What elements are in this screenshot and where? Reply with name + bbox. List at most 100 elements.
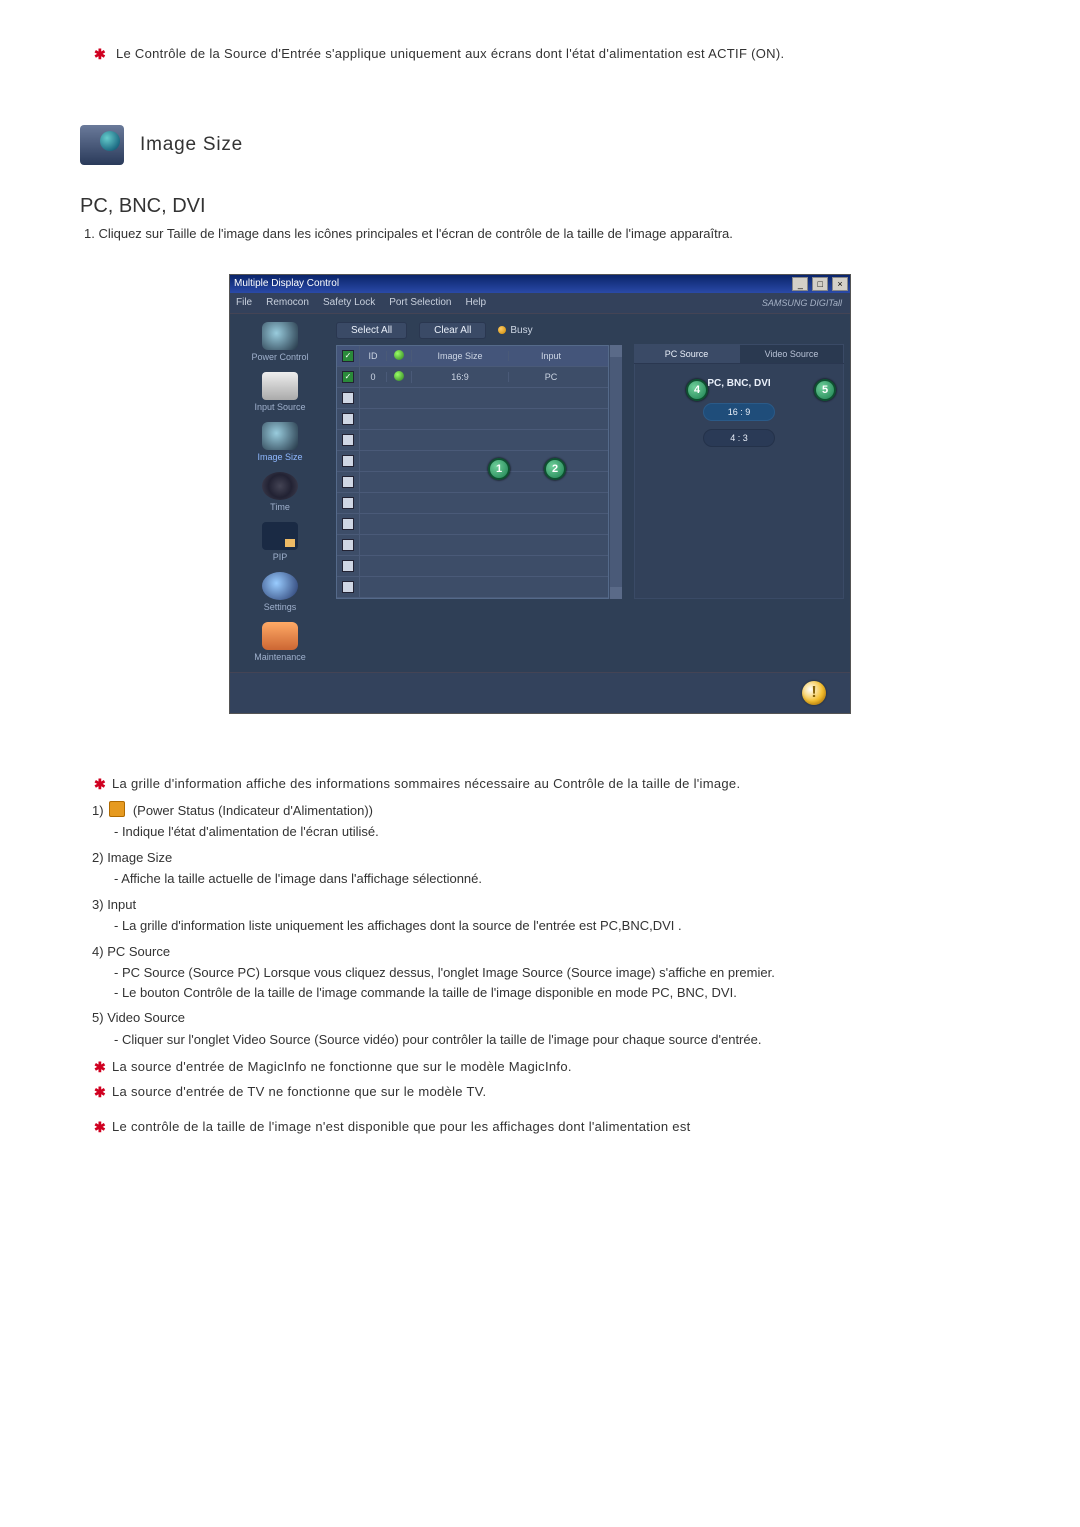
row-checkbox[interactable] (342, 413, 354, 425)
subsection-title: PC, BNC, DVI (80, 195, 1000, 218)
sidebar-item-pip[interactable]: PIP (240, 520, 320, 566)
display-grid: ✓ ID Image Size Input ✓ 0 16:9 PC (336, 345, 609, 599)
col-image-size: Image Size (412, 351, 509, 361)
note-sub: - La grille d'information liste uniqueme… (114, 916, 1000, 936)
note-item-4: 4) PC Source (92, 942, 1000, 962)
grid-row-empty[interactable] (337, 472, 608, 493)
brand-label: SAMSUNG DIGITall (762, 298, 850, 308)
star-icon: ✱ (94, 1117, 106, 1138)
header-checkbox[interactable]: ✓ (342, 350, 354, 362)
sidebar-item-input[interactable]: Input Source (240, 370, 320, 416)
section-title: Image Size (140, 134, 243, 156)
menu-item[interactable]: Safety Lock (323, 297, 375, 308)
star-icon: ✱ (94, 44, 106, 65)
tab-pc-source[interactable]: PC Source (634, 344, 739, 363)
row-checkbox[interactable]: ✓ (342, 371, 354, 383)
row-checkbox[interactable] (342, 497, 354, 509)
star-note-2: La source d'entrée de TV ne fonctionne q… (112, 1084, 486, 1099)
instruction-text: 1. Cliquez sur Taille de l'image dans le… (84, 224, 1000, 244)
star-icon: ✱ (94, 1057, 106, 1078)
scrollbar[interactable] (609, 345, 622, 599)
grid-row[interactable]: ✓ 0 16:9 PC (337, 367, 608, 388)
maximize-button[interactable]: □ (812, 277, 828, 291)
sidebar-item-maintenance[interactable]: Maintenance (240, 620, 320, 666)
row-checkbox[interactable] (342, 476, 354, 488)
window-controls: _ □ × (791, 277, 848, 291)
note-item-2: 2) Image Size (92, 848, 1000, 868)
app-body: Power Control Input Source Image Size Ti… (230, 314, 850, 672)
star-icon: ✱ (94, 774, 106, 795)
notes-section: ✱ La grille d'information affiche des inf… (80, 774, 1000, 1139)
row-checkbox[interactable] (342, 455, 354, 467)
note-sub: - PC Source (Source PC) Lorsque vous cli… (114, 963, 1000, 983)
note-sub: - Indique l'état d'alimentation de l'écr… (114, 822, 1000, 842)
menu-item[interactable]: Port Selection (389, 297, 451, 308)
tab-content: PC, BNC, DVI 16 : 9 4 : 3 (634, 364, 844, 599)
section-icon (80, 125, 124, 165)
grid-row-empty[interactable] (337, 409, 608, 430)
grid-row-empty[interactable] (337, 451, 608, 472)
star-icon: ✱ (94, 1082, 106, 1103)
section-header: Image Size (80, 125, 1000, 165)
row-checkbox[interactable] (342, 434, 354, 446)
titlebar: Multiple Display Control _ □ × (230, 275, 850, 293)
busy-icon (498, 326, 506, 334)
star-note-1: La source d'entrée de MagicInfo ne fonct… (112, 1059, 572, 1074)
right-panel: 4 5 PC Source Video Source PC, BNC, DVI … (628, 314, 850, 672)
callout-4: 4 (686, 379, 708, 401)
menu-item[interactable]: File (236, 297, 252, 308)
cell-image-size: 16:9 (412, 372, 509, 382)
callout-2: 2 (544, 458, 566, 480)
statusbar: ! (230, 672, 850, 713)
note-item-3: 3) Input (92, 895, 1000, 915)
busy-indicator: Busy (498, 325, 532, 336)
grid-row-empty[interactable] (337, 577, 608, 598)
sidebar-item-time[interactable]: Time (240, 470, 320, 516)
main-panel: Select All Clear All Busy ✓ ID Image Siz… (330, 314, 628, 672)
grid-header: ✓ ID Image Size Input (337, 346, 608, 367)
note-sub: - Affiche la taille actuelle de l'image … (114, 869, 1000, 889)
grid-row-empty[interactable] (337, 388, 608, 409)
menu-item[interactable]: Help (465, 297, 486, 308)
select-all-button[interactable]: Select All (336, 322, 407, 339)
panel-label: PC, BNC, DVI (635, 378, 843, 389)
row-checkbox[interactable] (342, 392, 354, 404)
notes-intro: La grille d'information affiche des info… (112, 776, 740, 791)
cell-id: 0 (360, 372, 387, 382)
alert-icon: ! (802, 681, 826, 705)
sidebar-item-image-size[interactable]: Image Size (240, 420, 320, 466)
callout-1: 1 (488, 458, 510, 480)
close-button[interactable]: × (832, 277, 848, 291)
tab-video-source[interactable]: Video Source (739, 344, 844, 363)
grid-row-empty[interactable] (337, 514, 608, 535)
sidebar-item-power[interactable]: Power Control (240, 320, 320, 366)
note-sub: - Cliquer sur l'onglet Video Source (Sou… (114, 1030, 1000, 1050)
menu-item[interactable]: Remocon (266, 297, 309, 308)
option-4-3[interactable]: 4 : 3 (703, 429, 775, 447)
col-status-icon (387, 350, 412, 362)
status-icon (394, 371, 404, 381)
power-status-icon (109, 801, 125, 817)
window-title: Multiple Display Control (234, 278, 339, 289)
note-item-5: 5) Video Source (92, 1008, 1000, 1028)
grid-row-empty[interactable] (337, 493, 608, 514)
sidebar: Power Control Input Source Image Size Ti… (230, 314, 330, 672)
row-checkbox[interactable] (342, 560, 354, 572)
grid-row-empty[interactable] (337, 430, 608, 451)
option-16-9[interactable]: 16 : 9 (703, 403, 775, 421)
clear-all-button[interactable]: Clear All (419, 322, 486, 339)
row-checkbox[interactable] (342, 581, 354, 593)
cell-input: PC (509, 372, 593, 382)
menubar: File Remocon Safety Lock Port Selection … (230, 293, 850, 314)
note-sub: - Le bouton Contrôle de la taille de l'i… (114, 983, 1000, 1003)
star-note-3: Le contrôle de la taille de l'image n'es… (112, 1119, 691, 1134)
minimize-button[interactable]: _ (792, 277, 808, 291)
sidebar-item-settings[interactable]: Settings (240, 570, 320, 616)
callout-5: 5 (814, 379, 836, 401)
row-checkbox[interactable] (342, 539, 354, 551)
row-checkbox[interactable] (342, 518, 354, 530)
grid-row-empty[interactable] (337, 535, 608, 556)
col-input: Input (509, 351, 593, 361)
grid-row-empty[interactable] (337, 556, 608, 577)
note-item-1: 1) (Power Status (Indicateur d'Alimentat… (92, 801, 1000, 821)
